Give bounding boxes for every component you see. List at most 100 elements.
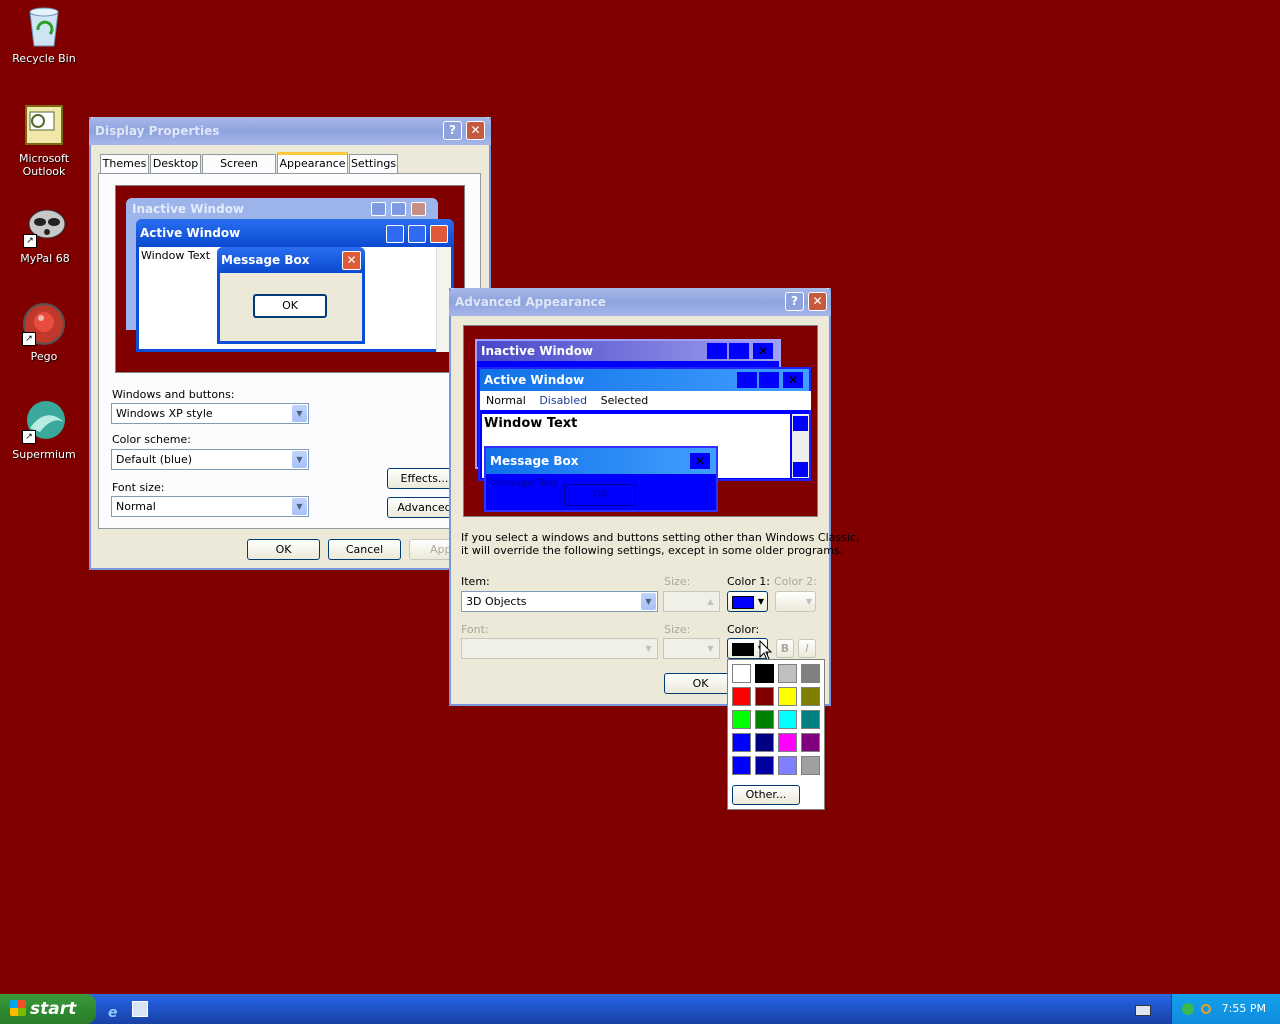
system-tray: 7:55 PM (1171, 994, 1280, 1024)
color-swatch-yellow[interactable] (778, 687, 797, 706)
color-scheme-select[interactable]: Default (blue) ▼ (111, 449, 309, 470)
shortcut-arrow-icon: ↗ (23, 234, 37, 248)
item-label: Item: (461, 575, 490, 588)
override-note: If you select a windows and buttons sett… (461, 531, 860, 557)
color-swatch-fuchsia[interactable] (778, 733, 797, 752)
color-swatch-purple[interactable] (801, 733, 820, 752)
color-swatch-silver[interactable] (778, 664, 797, 683)
close-icon: ✕ (342, 251, 361, 270)
color-swatch-black[interactable] (754, 663, 775, 684)
font-size-label: Size: (664, 623, 691, 636)
preview-message-box: Message Box ✕ Message Text OK (484, 446, 718, 512)
start-button[interactable]: start (0, 994, 96, 1024)
color-palette-popup: Other... (727, 659, 825, 810)
help-button[interactable]: ? (785, 292, 804, 311)
color-swatch-navy[interactable] (755, 733, 774, 752)
keyboard-icon[interactable] (1135, 1005, 1151, 1016)
chevron-down-icon: ▼ (641, 640, 656, 657)
color-swatch-blue[interactable] (732, 733, 751, 752)
desktop-icon-label: MyPal 68 (20, 252, 70, 265)
advanced-preview: Inactive Window ✕ Active Window ✕ Normal… (463, 325, 818, 517)
shortcut-arrow-icon: ↗ (22, 430, 36, 444)
maximize-icon (729, 343, 749, 359)
title-bar: Display Properties ? ✕ (89, 117, 491, 145)
title-bar: Advanced Appearance ? ✕ (449, 288, 831, 316)
preview-scrollbar (792, 414, 809, 478)
chevron-down-icon: ▼ (292, 498, 307, 515)
close-button[interactable]: ✕ (808, 292, 827, 311)
color1-swatch (732, 596, 754, 609)
preview-message-text: Message Text (490, 478, 558, 489)
chevron-down-icon: ▼ (703, 640, 718, 657)
color-swatch-green[interactable] (755, 710, 774, 729)
color-swatch-olive[interactable] (801, 687, 820, 706)
color-swatch-custom-darkblue[interactable] (755, 756, 774, 775)
preview-ok-button: OK (253, 294, 327, 318)
color-swatch-maroon[interactable] (755, 687, 774, 706)
network-icon[interactable] (1182, 1003, 1194, 1015)
desktop-icon-outlook[interactable]: Microsoft Outlook (0, 104, 92, 178)
color-scheme-label: Color scheme: (112, 433, 191, 446)
chevron-down-icon: ▼ (641, 593, 656, 610)
search-icon[interactable] (1200, 1004, 1211, 1014)
color-swatch-white[interactable] (732, 664, 751, 683)
windows-buttons-label: Windows and buttons: (112, 388, 235, 401)
color-label: Color: (727, 623, 760, 636)
close-icon: ✕ (690, 453, 710, 469)
size-spinner[interactable]: ▲ (663, 591, 720, 612)
font-size-select[interactable]: ▼ (663, 638, 720, 659)
item-select[interactable]: 3D Objects ▼ (461, 591, 658, 612)
font-label: Font: (461, 623, 489, 636)
preview-message-box: Message Box ✕ OK (217, 247, 365, 344)
close-button[interactable]: ✕ (466, 121, 485, 140)
desktop-icon-label: Microsoft Outlook (18, 152, 70, 178)
tab-appearance[interactable]: Appearance (277, 152, 348, 174)
pego-icon: ↗ (22, 302, 66, 346)
recycle-bin-icon (22, 4, 66, 48)
close-icon (411, 202, 426, 216)
appearance-preview: Inactive Window Active Window Window Tex… (115, 185, 465, 373)
windows-buttons-select[interactable]: Windows XP style ▼ (111, 403, 309, 424)
font-size-select[interactable]: Normal ▼ (111, 496, 309, 517)
color-swatch (732, 643, 754, 656)
color1-picker[interactable]: ▼ (727, 591, 768, 612)
desktop-icon-label: Pego (30, 350, 58, 363)
color-swatch-custom-lavender[interactable] (778, 756, 797, 775)
supermium-icon: ↗ (22, 400, 66, 444)
color-swatch-teal[interactable] (801, 710, 820, 729)
desktop-icon-supermium[interactable]: ↗ Supermium (0, 400, 92, 461)
font-select[interactable]: ▼ (461, 638, 658, 659)
tab-themes[interactable]: Themes (100, 154, 149, 173)
color-swatch-gray[interactable] (801, 664, 820, 683)
help-button[interactable]: ? (443, 121, 462, 140)
color-swatch-custom-gray[interactable] (801, 756, 820, 775)
color-swatch-aqua[interactable] (778, 710, 797, 729)
color-swatch-red[interactable] (732, 687, 751, 706)
desktop-icon-mypal[interactable]: ↗ MyPal 68 (0, 204, 93, 265)
desktop-icon-recycle-bin[interactable]: Recycle Bin (0, 4, 92, 65)
show-desktop-icon[interactable] (131, 1001, 148, 1017)
ok-button[interactable]: OK (247, 539, 320, 560)
tab-settings[interactable]: Settings (349, 154, 398, 173)
chevron-down-icon: ▼ (757, 597, 764, 606)
shortcut-arrow-icon: ↗ (22, 332, 36, 346)
close-icon: ✕ (753, 343, 773, 359)
color-swatch-lime[interactable] (732, 710, 751, 729)
italic-button[interactable]: I (798, 639, 816, 658)
minimize-icon (386, 225, 404, 243)
maximize-icon (759, 372, 779, 388)
bold-button[interactable]: B (776, 639, 794, 658)
tab-desktop[interactable]: Desktop (150, 154, 201, 173)
color-swatch-custom-blue[interactable] (732, 756, 751, 775)
desktop-icon-label: Supermium (12, 448, 76, 461)
color2-picker[interactable]: ▼ (775, 591, 816, 612)
outlook-icon (22, 104, 66, 148)
other-color-button[interactable]: Other... (732, 785, 800, 805)
desktop-icon-pego[interactable]: ↗ Pego (0, 302, 92, 363)
window-title: Display Properties (95, 124, 220, 138)
tab-screen-saver[interactable]: Screen Saver (202, 154, 276, 188)
preview-ok-button: OK (564, 484, 636, 506)
maximize-icon (408, 225, 426, 243)
cancel-button[interactable]: Cancel (328, 539, 401, 560)
internet-explorer-icon[interactable]: e (108, 1005, 124, 1021)
